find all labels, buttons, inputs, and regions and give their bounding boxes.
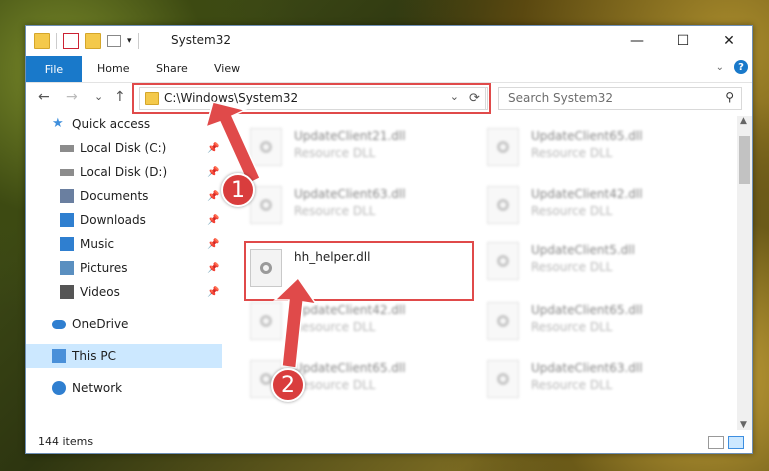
arrow-to-file — [273, 276, 318, 369]
step-badge-2: 2 — [271, 368, 305, 402]
step-badge-1: 1 — [221, 173, 255, 207]
annotation-arrows — [204, 101, 318, 369]
arrow-to-address — [204, 101, 261, 186]
